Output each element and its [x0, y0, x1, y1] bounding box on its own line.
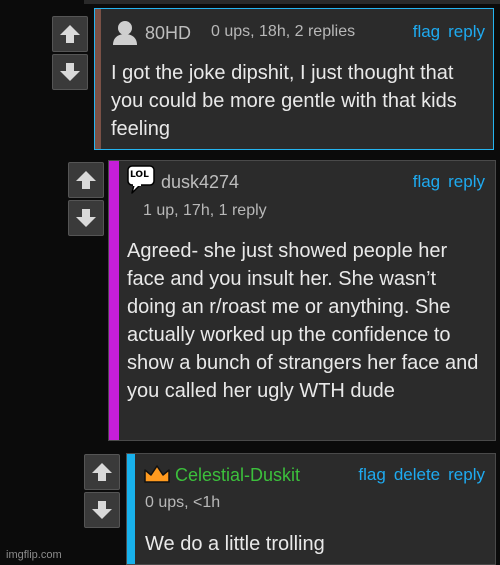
thread-bar	[109, 161, 119, 440]
vote-controls	[68, 162, 104, 236]
comment-body: Agreed- she just showed people her face …	[127, 240, 479, 402]
user-silhouette-icon[interactable]	[111, 19, 139, 45]
arrow-up-icon	[60, 25, 80, 43]
reply-link[interactable]: reply	[448, 465, 485, 484]
avatar-text: LOL	[130, 170, 149, 180]
watermark: imgflip.com	[6, 549, 62, 561]
reply-link[interactable]: reply	[448, 22, 485, 41]
vote-controls	[52, 16, 88, 90]
arrow-up-icon	[76, 171, 96, 189]
crown-icon[interactable]	[143, 464, 171, 484]
comment: 80HD 0 ups, 18h, 2 replies flag reply I g…	[94, 8, 494, 150]
thread-bar	[95, 9, 101, 149]
downvote-button[interactable]	[84, 492, 120, 528]
comment: Celestial-Duskit flag delete reply 0 ups, …	[126, 453, 496, 565]
reply-link[interactable]: reply	[448, 172, 485, 191]
downvote-button[interactable]	[52, 54, 88, 90]
comment-actions: flag reply	[405, 172, 485, 192]
comment-username[interactable]: dusk4274	[161, 172, 239, 193]
comment-meta: 0 ups, <1h	[145, 494, 221, 511]
arrow-down-icon	[76, 209, 96, 227]
comment-meta: 1 up, 17h, 1 reply	[143, 202, 267, 219]
flag-link[interactable]: flag	[358, 465, 385, 484]
delete-link[interactable]: delete	[394, 465, 440, 484]
lol-speech-bubble-icon[interactable]: LOL	[127, 165, 157, 195]
downvote-button[interactable]	[68, 200, 104, 236]
thread-bar	[127, 454, 135, 564]
comment-username[interactable]: 80HD	[145, 23, 191, 44]
arrow-up-icon	[92, 463, 112, 481]
arrow-down-icon	[92, 501, 112, 519]
flag-link[interactable]: flag	[413, 172, 440, 191]
upvote-button[interactable]	[52, 16, 88, 52]
comment-actions: flag reply	[405, 22, 485, 42]
arrow-down-icon	[60, 63, 80, 81]
comment-username[interactable]: Celestial-Duskit	[175, 465, 300, 486]
flag-link[interactable]: flag	[413, 22, 440, 41]
comment-body: I got the joke dipshit, I just thought t…	[111, 62, 457, 140]
upvote-button[interactable]	[84, 454, 120, 490]
previous-comment-edge	[84, 0, 500, 4]
upvote-button[interactable]	[68, 162, 104, 198]
vote-controls	[84, 454, 120, 528]
comment-meta: 0 ups, 18h, 2 replies	[211, 23, 356, 40]
comment: LOL dusk4274 1 up, 17h, 1 reply flag repl…	[108, 160, 496, 441]
comment-body: We do a little trolling	[145, 533, 325, 555]
comment-actions: flag delete reply	[350, 465, 485, 485]
